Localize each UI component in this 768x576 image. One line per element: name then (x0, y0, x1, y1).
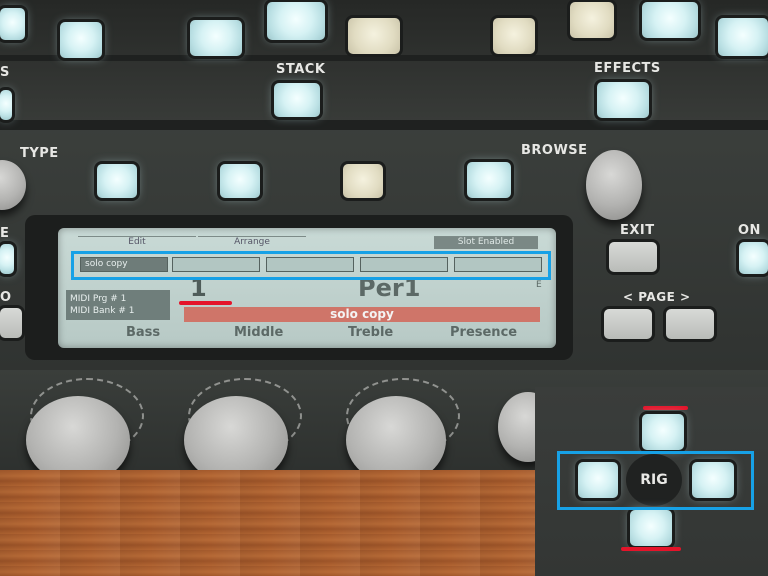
left-edge-button-mid[interactable] (0, 244, 14, 274)
slot-row-highlight (71, 251, 551, 280)
soft-control-treble: Treble (348, 325, 394, 340)
soft-control-presence: Presence (450, 325, 518, 340)
left-edge-label-mid: E (0, 226, 10, 241)
effects-button[interactable] (597, 82, 649, 118)
soft-button-3[interactable] (343, 164, 383, 198)
soft-control-middle: Middle (234, 325, 284, 340)
top-button-9[interactable] (718, 18, 768, 56)
lcd-tab-slot-enabled: Slot Enabled (434, 236, 538, 249)
top-button-8[interactable] (642, 2, 698, 38)
top-button-4[interactable] (267, 2, 325, 40)
stack-button[interactable] (274, 83, 320, 117)
left-edge-label-top: S (0, 65, 10, 80)
top-button-1[interactable] (0, 8, 25, 40)
top-button-2[interactable] (60, 22, 102, 58)
exit-button[interactable] (609, 242, 657, 272)
top-button-6[interactable] (493, 18, 535, 54)
lcd-tab-arrange: Arrange (198, 236, 306, 249)
edited-marker: E (536, 280, 542, 290)
left-edge-button-top[interactable] (0, 90, 12, 120)
page-label: < PAGE > (623, 290, 691, 304)
page-left-button[interactable] (604, 309, 652, 339)
exit-label: EXIT (620, 223, 655, 238)
slot-name-bar: solo copy (184, 307, 540, 322)
midi-info-box: MIDI Prg # 1 MIDI Bank # 1 (66, 290, 170, 320)
top-button-5[interactable] (348, 18, 400, 54)
stack-label: STACK (276, 62, 326, 77)
browse-knob[interactable] (586, 150, 642, 220)
down-button-marker (621, 547, 681, 551)
rig-row-highlight (557, 451, 754, 510)
rig-down-button[interactable] (630, 510, 672, 546)
on-label: ON (738, 223, 761, 238)
soft-button-1[interactable] (97, 164, 137, 198)
lcd-screen: Edit Arrange Slot Enabled solo copy MIDI… (58, 228, 556, 348)
soft-button-2[interactable] (220, 164, 260, 198)
type-label: TYPE (20, 146, 59, 161)
on-button[interactable] (739, 242, 768, 274)
effects-label: EFFECTS (594, 61, 661, 76)
midi-bank: MIDI Bank # 1 (70, 306, 135, 316)
lcd-tab-edit: Edit (78, 236, 196, 249)
top-button-7[interactable] (570, 2, 614, 38)
left-edge-button-low[interactable] (0, 308, 22, 338)
top-button-3[interactable] (190, 20, 242, 56)
midi-program: MIDI Prg # 1 (70, 294, 127, 304)
left-edge-label-low: O (0, 290, 12, 305)
soft-button-4[interactable] (467, 162, 511, 198)
panel-divider (0, 120, 768, 130)
page-right-button[interactable] (666, 309, 714, 339)
browse-label: BROWSE (521, 143, 588, 158)
soft-control-bass: Bass (126, 325, 161, 340)
rig-up-button[interactable] (642, 414, 684, 450)
up-button-marker (643, 406, 688, 410)
performance-number-underline (179, 301, 232, 305)
